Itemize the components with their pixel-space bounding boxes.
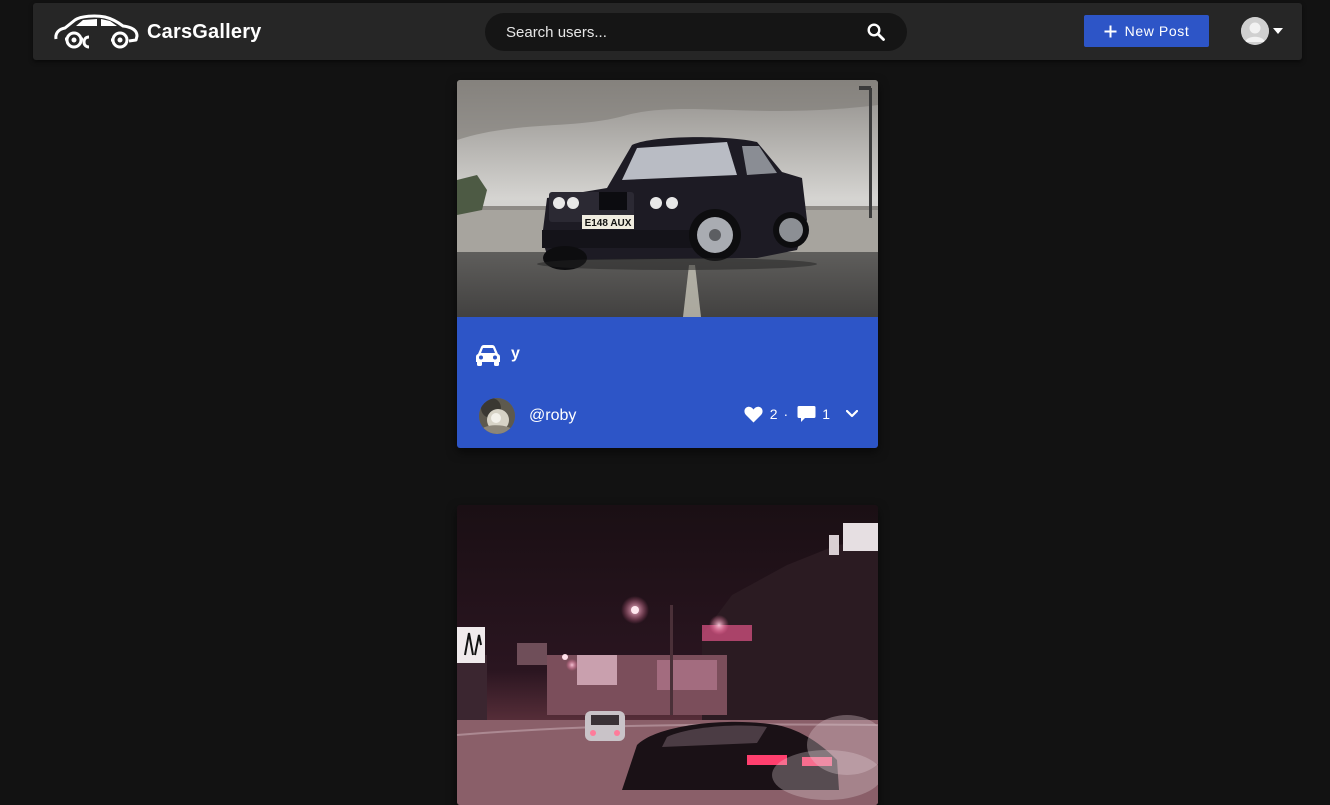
new-post-button[interactable]: New Post [1084,15,1209,47]
heart-icon[interactable] [744,406,763,423]
post-author[interactable]: @roby [479,398,576,434]
car-icon [476,345,500,366]
post-image[interactable]: E148 AUX [457,80,878,317]
like-count: 2 [769,406,778,422]
stats-separator: · [783,406,789,422]
default-avatar-icon [1241,17,1269,45]
post-title: y [511,345,520,362]
brand-link[interactable]: CarsGallery [53,12,262,52]
car-logo-icon [54,14,139,49]
post-image[interactable] [457,505,878,805]
post-card [457,505,878,805]
svg-text:E148 AUX: E148 AUX [585,218,632,229]
top-navbar: CarsGallery New Post [33,3,1302,60]
author-avatar [479,398,515,434]
author-username: @roby [529,407,577,424]
comment-count: 1 [822,406,830,422]
post-card: E148 AUX y @roby 2 · 1 [457,80,878,448]
search-input[interactable] [485,13,845,51]
post-stats: 2 · 1 [744,405,858,423]
user-menu[interactable] [1241,17,1283,45]
caret-down-icon [1273,28,1283,34]
new-post-label: New Post [1124,23,1190,39]
post-details: y @roby 2 · 1 [457,317,878,448]
comment-icon[interactable] [797,405,816,423]
brand-name: CarsGallery [147,20,262,43]
plus-icon [1104,25,1117,37]
chevron-down-icon[interactable] [846,410,858,418]
search-icon[interactable] [867,23,885,41]
search-bar [485,13,907,51]
